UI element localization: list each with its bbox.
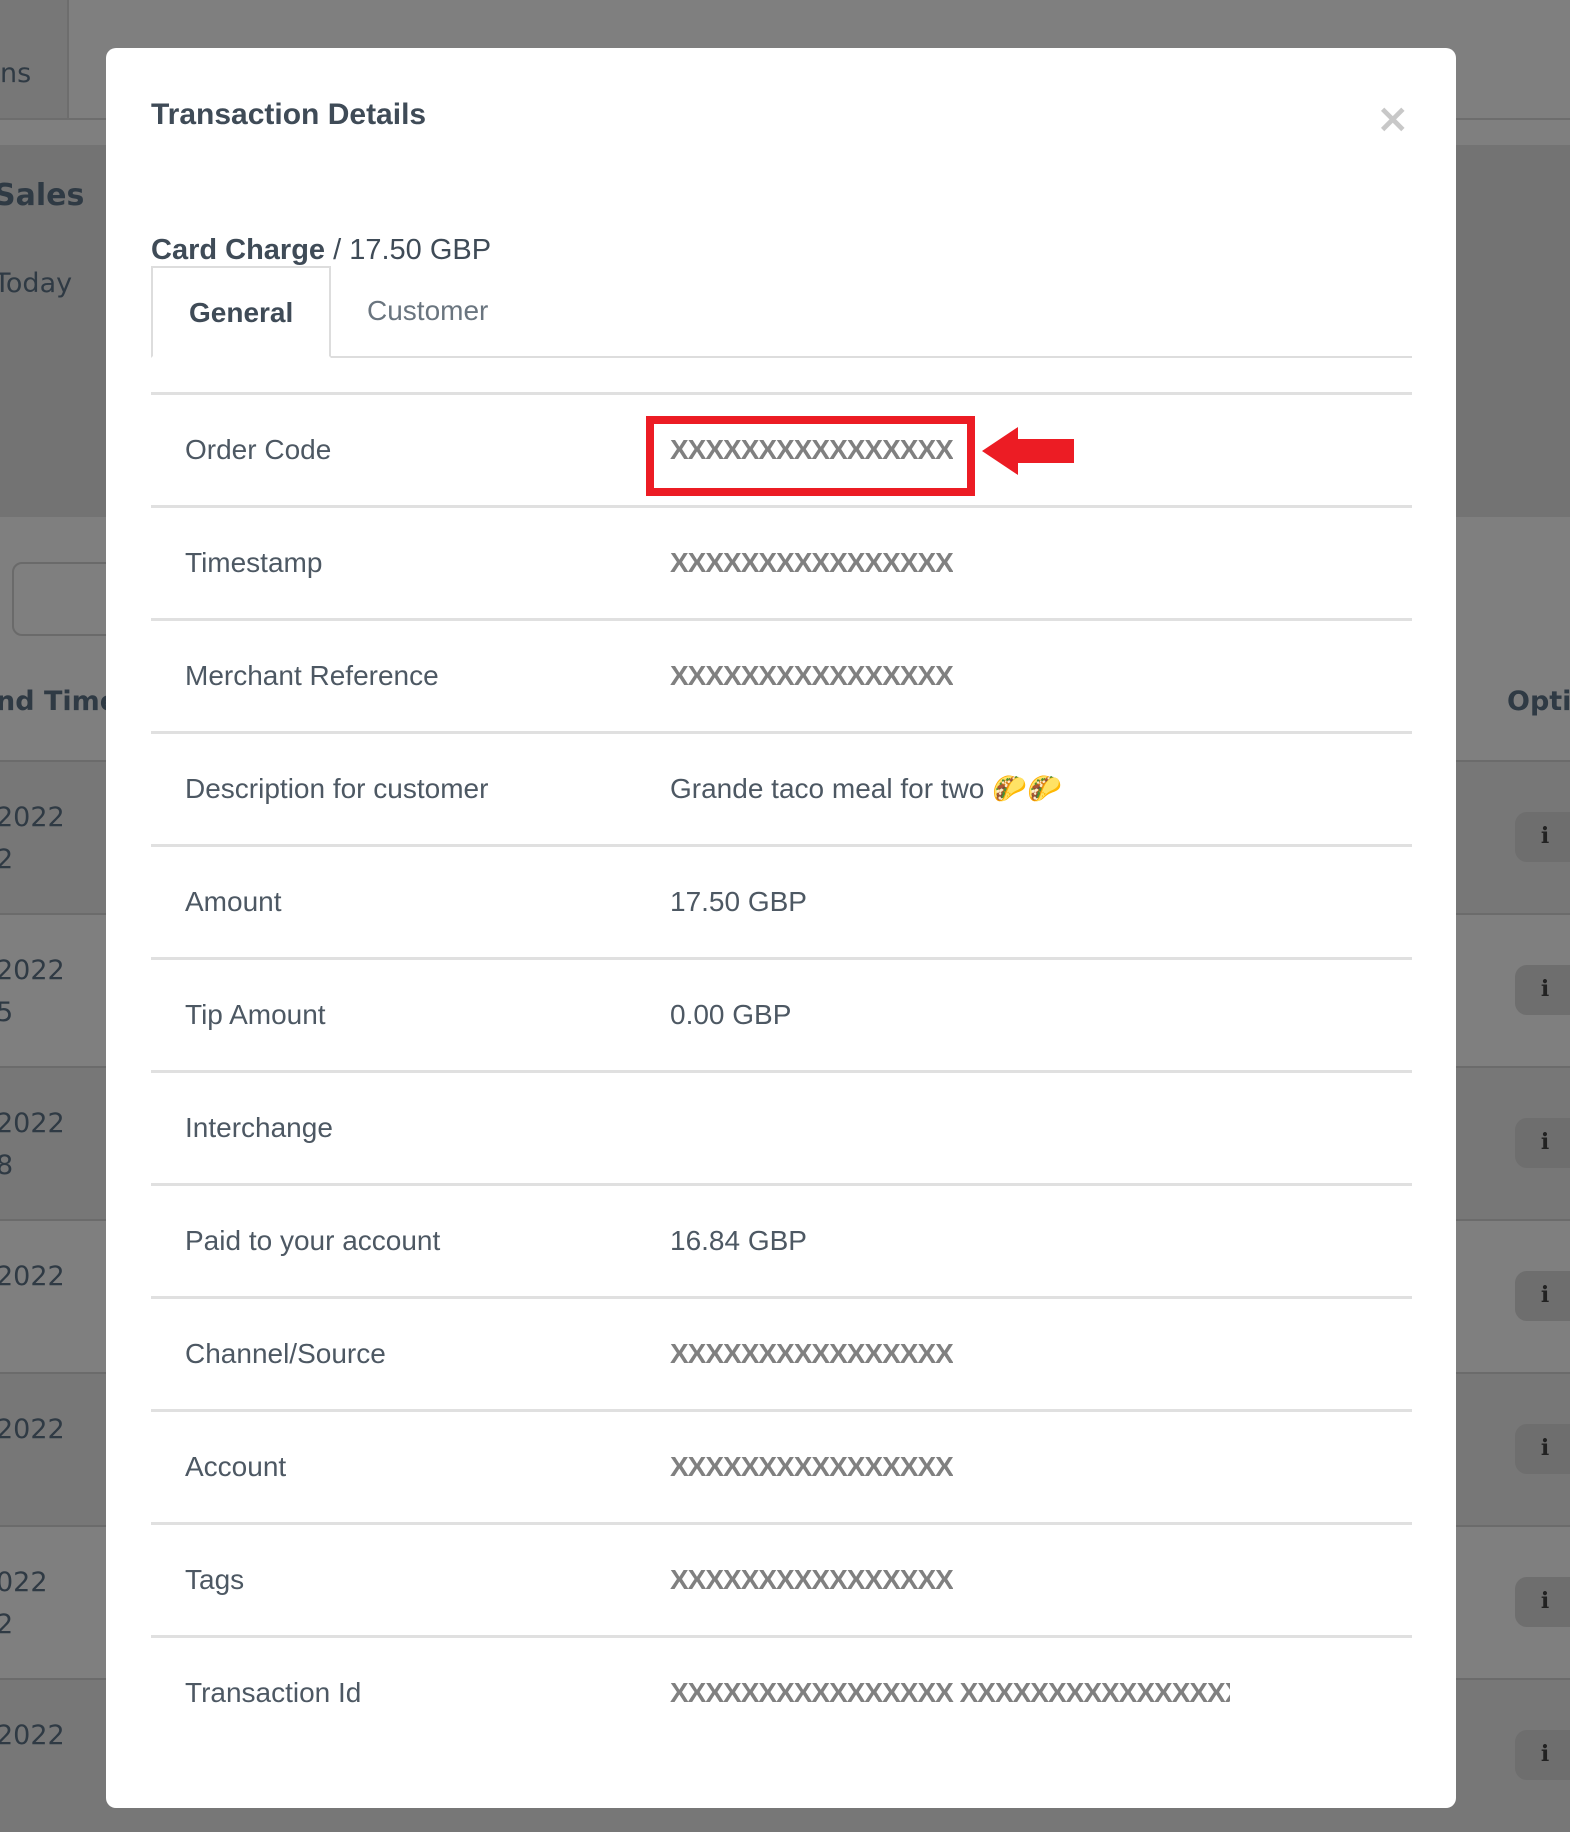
background-period: Today bbox=[0, 268, 73, 299]
subtitle-separator: / bbox=[325, 234, 350, 266]
detail-value: 16.84 GBP bbox=[670, 1225, 807, 1256]
detail-row: Tip Amount 0.00 GBP bbox=[151, 957, 1412, 1070]
transaction-details-modal: Transaction Details × Card Charge / 17.5… bbox=[106, 48, 1456, 1808]
detail-row: Paid to your account 16.84 GBP bbox=[151, 1183, 1412, 1296]
info-button[interactable]: i bbox=[1515, 1577, 1570, 1627]
background-row-date: 2022 bbox=[0, 1108, 65, 1139]
background-row-date: 2022 bbox=[0, 1414, 65, 1445]
detail-row: Tags XXXXXXXXXXXXXXXX bbox=[151, 1522, 1412, 1635]
modal-tabs: General Customer bbox=[151, 266, 1412, 358]
background-row-time: 5 bbox=[0, 997, 14, 1028]
detail-label: Tags bbox=[185, 1564, 245, 1595]
modal-title: Transaction Details bbox=[151, 98, 427, 131]
detail-label: Channel/Source bbox=[185, 1338, 386, 1369]
info-button[interactable]: i bbox=[1515, 1271, 1570, 1321]
background-column-options: Opti bbox=[1507, 686, 1570, 717]
background-section-title: Sales bbox=[0, 178, 85, 213]
detail-label: Merchant Reference bbox=[185, 660, 439, 691]
detail-row: Interchange bbox=[151, 1070, 1412, 1183]
detail-value: 17.50 GBP bbox=[670, 886, 807, 917]
background-row-time: 2 bbox=[0, 844, 14, 875]
info-button[interactable]: i bbox=[1515, 1118, 1570, 1168]
background-tab-label: ns bbox=[0, 58, 32, 89]
modal-subtitle: Card Charge / 17.50 GBP bbox=[151, 234, 491, 267]
detail-value: XXXXXXXXXXXXXXXX bbox=[670, 1338, 953, 1369]
detail-label: Timestamp bbox=[185, 547, 323, 578]
order-code-highlight-box bbox=[646, 416, 975, 496]
tab-customer[interactable]: Customer bbox=[331, 266, 524, 356]
info-button[interactable]: i bbox=[1515, 1424, 1570, 1474]
transaction-type: Card Charge bbox=[151, 234, 326, 266]
detail-label: Transaction Id bbox=[185, 1677, 362, 1708]
background-row-time: 2 bbox=[0, 1609, 14, 1640]
detail-value: Grande taco meal for two 🌮🌮 bbox=[670, 773, 1062, 804]
background-row-date: 2022 bbox=[0, 1261, 65, 1292]
close-icon[interactable]: × bbox=[1376, 96, 1410, 142]
detail-label: Paid to your account bbox=[185, 1225, 441, 1256]
detail-label: Order Code bbox=[185, 434, 332, 465]
detail-label: Account bbox=[185, 1451, 287, 1482]
details-table: Order Code XXXXXXXXXXXXXXXX Timestamp XXXXX… bbox=[151, 392, 1412, 1748]
background-column-datetime: nd Time bbox=[0, 686, 119, 717]
transaction-amount: 17.50 GBP bbox=[349, 234, 492, 266]
detail-row: Channel/Source XXXXXXXXXXXXXXXX bbox=[151, 1296, 1412, 1409]
detail-row: Description for customer Grande taco meal… bbox=[151, 731, 1412, 844]
detail-row: Merchant Reference XXXXXXXXXXXXXXXX bbox=[151, 618, 1412, 731]
detail-value: 0.00 GBP bbox=[670, 999, 792, 1030]
info-button[interactable]: i bbox=[1515, 1730, 1570, 1780]
detail-label: Interchange bbox=[185, 1112, 333, 1143]
tab-general[interactable]: General bbox=[151, 266, 332, 358]
info-button[interactable]: i bbox=[1515, 965, 1570, 1015]
background-row-date: 022 bbox=[0, 1567, 48, 1598]
detail-value: XXXXXXXXXXXXXXXX bbox=[670, 660, 953, 691]
detail-row: Account XXXXXXXXXXXXXXXX bbox=[151, 1409, 1412, 1522]
info-button[interactable]: i bbox=[1515, 812, 1570, 862]
detail-row: Transaction Id XXXXXXXXXXXXXXXX XXXXXXXXX… bbox=[151, 1635, 1412, 1748]
detail-row: Timestamp XXXXXXXXXXXXXXXX bbox=[151, 505, 1412, 618]
detail-label: Tip Amount bbox=[185, 999, 326, 1030]
background-row-date: 2022 bbox=[0, 1720, 65, 1751]
background-row-time: 8 bbox=[0, 1150, 14, 1181]
background-row-date: 2022 bbox=[0, 802, 65, 833]
background-row-date: 2022 bbox=[0, 955, 65, 986]
detail-value: XXXXXXXXXXXXXXXX bbox=[670, 1564, 953, 1595]
detail-label: Description for customer bbox=[185, 773, 489, 804]
detail-value: XXXXXXXXXXXXXXXX XXXXXXXXXXXXXXXX bbox=[670, 1677, 1230, 1708]
detail-row: Amount 17.50 GBP bbox=[151, 844, 1412, 957]
detail-value: XXXXXXXXXXXXXXXX bbox=[670, 547, 953, 578]
detail-label: Amount bbox=[185, 886, 282, 917]
detail-value: XXXXXXXXXXXXXXXX bbox=[670, 1451, 953, 1482]
arrow-left-icon bbox=[982, 427, 1074, 475]
